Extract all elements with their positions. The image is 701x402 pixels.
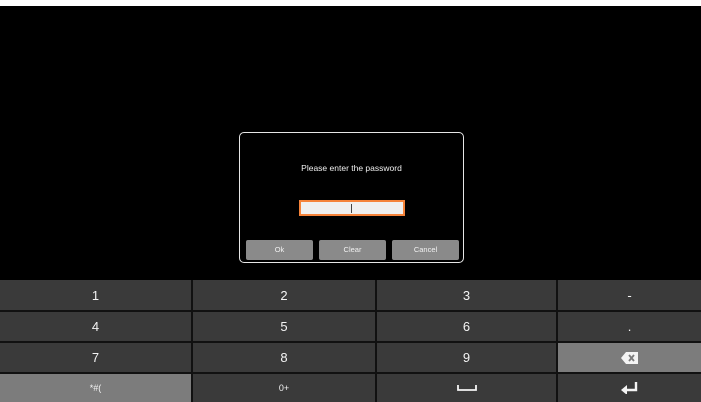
password-dialog: Please enter the password Ok Clear Cance… (239, 132, 464, 263)
key-minus[interactable]: - (558, 280, 701, 310)
key-7[interactable]: 7 (0, 343, 191, 372)
key-6[interactable]: 6 (377, 312, 556, 341)
key-space[interactable] (377, 374, 556, 402)
ok-button[interactable]: Ok (246, 240, 313, 260)
clear-button[interactable]: Clear (319, 240, 386, 260)
dialog-title: Please enter the password (301, 163, 402, 173)
backspace-icon (621, 351, 638, 364)
key-4[interactable]: 4 (0, 312, 191, 341)
text-cursor (351, 204, 352, 213)
key-8[interactable]: 8 (193, 343, 375, 372)
key-period[interactable]: . (558, 312, 701, 341)
space-icon (456, 384, 477, 392)
numeric-keyboard: 1 2 3 - 4 5 6 . 7 8 9 *#( 0+ (0, 280, 701, 402)
key-2[interactable]: 2 (193, 280, 375, 310)
password-input[interactable] (299, 200, 405, 216)
cancel-button[interactable]: Cancel (392, 240, 459, 260)
key-symbols[interactable]: *#( (0, 374, 191, 402)
key-zero-plus[interactable]: 0+ (193, 374, 375, 402)
key-5[interactable]: 5 (193, 312, 375, 341)
key-9[interactable]: 9 (377, 343, 556, 372)
key-backspace[interactable] (558, 343, 701, 372)
key-1[interactable]: 1 (0, 280, 191, 310)
key-3[interactable]: 3 (377, 280, 556, 310)
enter-icon (621, 382, 638, 394)
key-enter[interactable] (558, 374, 701, 402)
